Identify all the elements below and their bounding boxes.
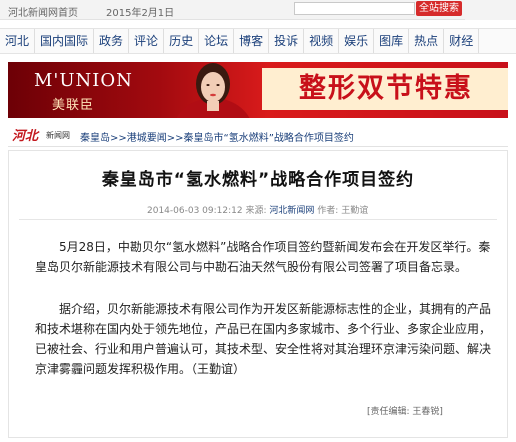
breadcrumb-bar: 河北 新闻网 秦皇岛>>港城要闻>>秦皇岛市“氢水燃料”战略合作项目签约 — [8, 123, 508, 147]
nav-item-entertainment[interactable]: 娱乐 — [339, 29, 375, 53]
site-logo-subtitle: 新闻网 — [46, 131, 70, 140]
nav-item-history[interactable]: 历史 — [164, 29, 200, 53]
nav-item-government[interactable]: 政务 — [94, 29, 130, 53]
home-link[interactable]: 河北新闻网首页 — [8, 4, 78, 19]
article-paragraph: 据介绍，贝尔新能源技术有限公司作为开发区新能源标志性的企业，其拥有的产品和技术堪… — [35, 302, 492, 376]
responsible-editor: [责任编辑: 王春锐] — [367, 407, 443, 417]
nav-item-hebei[interactable]: 河北 — [0, 29, 36, 53]
ad-promo-text: 整形双节特惠 — [262, 68, 508, 110]
source-label: 来源: — [245, 206, 267, 216]
ad-banner[interactable]: M'UNION 美联臣 整形双节特惠 — [8, 62, 508, 118]
breadcrumb-link-qinhuangdao[interactable]: 秦皇岛 — [80, 133, 110, 144]
top-bar-cap — [465, 0, 516, 20]
breadcrumb-separator: >> — [166, 133, 184, 144]
ad-brand-name: M'UNION — [34, 70, 133, 91]
date-text: 2015年2月1日 — [106, 8, 175, 19]
search-input[interactable] — [294, 2, 415, 15]
search-button[interactable]: 全站搜索 — [416, 1, 462, 16]
breadcrumb-current-article[interactable]: 秦皇岛市“氢水燃料”战略合作项目签约 — [184, 133, 354, 144]
meta-divider — [19, 219, 497, 220]
nav-item-hot[interactable]: 热点 — [409, 29, 445, 53]
top-bar: 河北新闻网首页 2015年2月1日 全站搜索 — [0, 0, 516, 20]
nav-item-gallery[interactable]: 图库 — [374, 29, 410, 53]
article-source-link[interactable]: 河北新闻网 — [269, 206, 314, 216]
ad-brand-cn: 美联臣 — [52, 98, 95, 113]
article-author: 王勤谊 — [341, 206, 369, 216]
article-datetime: 2014-06-03 09:12:12 — [147, 206, 243, 216]
article-container: 秦皇岛市“氢水燃料”战略合作项目签约 2014-06-03 09:12:12 来… — [8, 150, 508, 438]
nav-item-video[interactable]: 视频 — [304, 29, 340, 53]
nav-item-blog[interactable]: 博客 — [234, 29, 270, 53]
breadcrumb-separator: >> — [110, 133, 127, 144]
article-paragraph: 5月28日，中勘贝尔“氢水燃料”战略合作项目签约暨新闻发布会在开发区举行。秦皇岛… — [35, 240, 491, 274]
author-label: 作者: — [317, 206, 339, 216]
nav-item-domestic-intl[interactable]: 国内国际 — [35, 29, 95, 53]
article-title: 秦皇岛市“氢水燃料”战略合作项目签约 — [101, 170, 415, 190]
channel-nav: 河北 国内国际 政务 评论 历史 论坛 博客 投诉 视频 娱乐 图库 热点 财经 — [0, 28, 516, 54]
article-meta: 2014-06-03 09:12:12 来源: 河北新闻网 作者: 王勤谊 — [147, 203, 368, 216]
breadcrumb-link-city-news[interactable]: 港城要闻 — [127, 133, 167, 144]
nav-item-comment[interactable]: 评论 — [129, 29, 165, 53]
nav-item-finance[interactable]: 财经 — [444, 29, 480, 53]
ad-model-image — [176, 63, 250, 118]
nav-item-forum[interactable]: 论坛 — [199, 29, 235, 53]
site-logo[interactable]: 河北 — [12, 125, 38, 144]
nav-item-complaint[interactable]: 投诉 — [269, 29, 305, 53]
breadcrumb: 秦皇岛>>港城要闻>>秦皇岛市“氢水燃料”战略合作项目签约 — [80, 129, 354, 144]
